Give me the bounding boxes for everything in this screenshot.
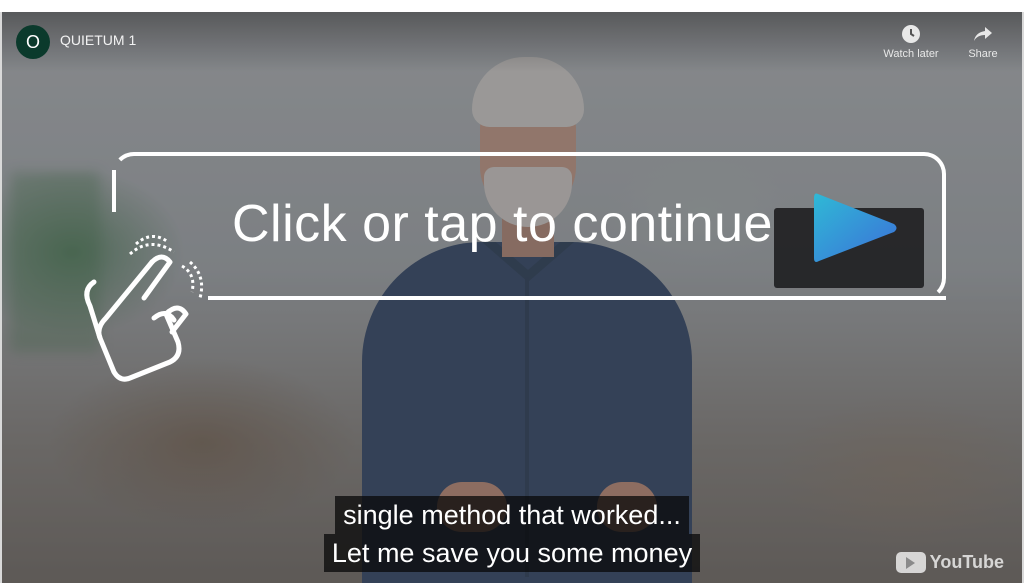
youtube-logo-icon xyxy=(895,552,926,573)
cta-text: Click or tap to continue xyxy=(232,195,773,253)
channel-avatar[interactable]: O xyxy=(16,25,50,59)
click-to-continue-overlay[interactable]: Click or tap to continue xyxy=(112,152,946,300)
share-arrow-icon xyxy=(974,27,992,41)
watch-later-label: Watch later xyxy=(883,48,939,60)
play-triangle-icon[interactable] xyxy=(810,190,900,266)
video-title[interactable]: QUIETUM 1 xyxy=(60,32,136,48)
subtitle-line-1: single method that worked... xyxy=(335,496,689,534)
share-button[interactable]: Share xyxy=(948,24,1018,60)
subtitle-line-2: Let me save you some money xyxy=(323,534,701,572)
share-label: Share xyxy=(968,48,998,60)
tap-hand-icon xyxy=(84,235,204,382)
subtitles: single method that worked... Let me save… xyxy=(2,496,1022,572)
clock-icon xyxy=(902,25,920,43)
video-player[interactable]: O QUIETUM 1 Watch later Share Click or t… xyxy=(0,12,1024,583)
player-top-bar: O QUIETUM 1 Watch later Share xyxy=(2,12,1022,72)
youtube-wordmark: YouTube xyxy=(929,552,1004,572)
youtube-watermark[interactable]: YouTube xyxy=(895,552,1004,573)
watch-later-button[interactable]: Watch later xyxy=(876,24,946,60)
